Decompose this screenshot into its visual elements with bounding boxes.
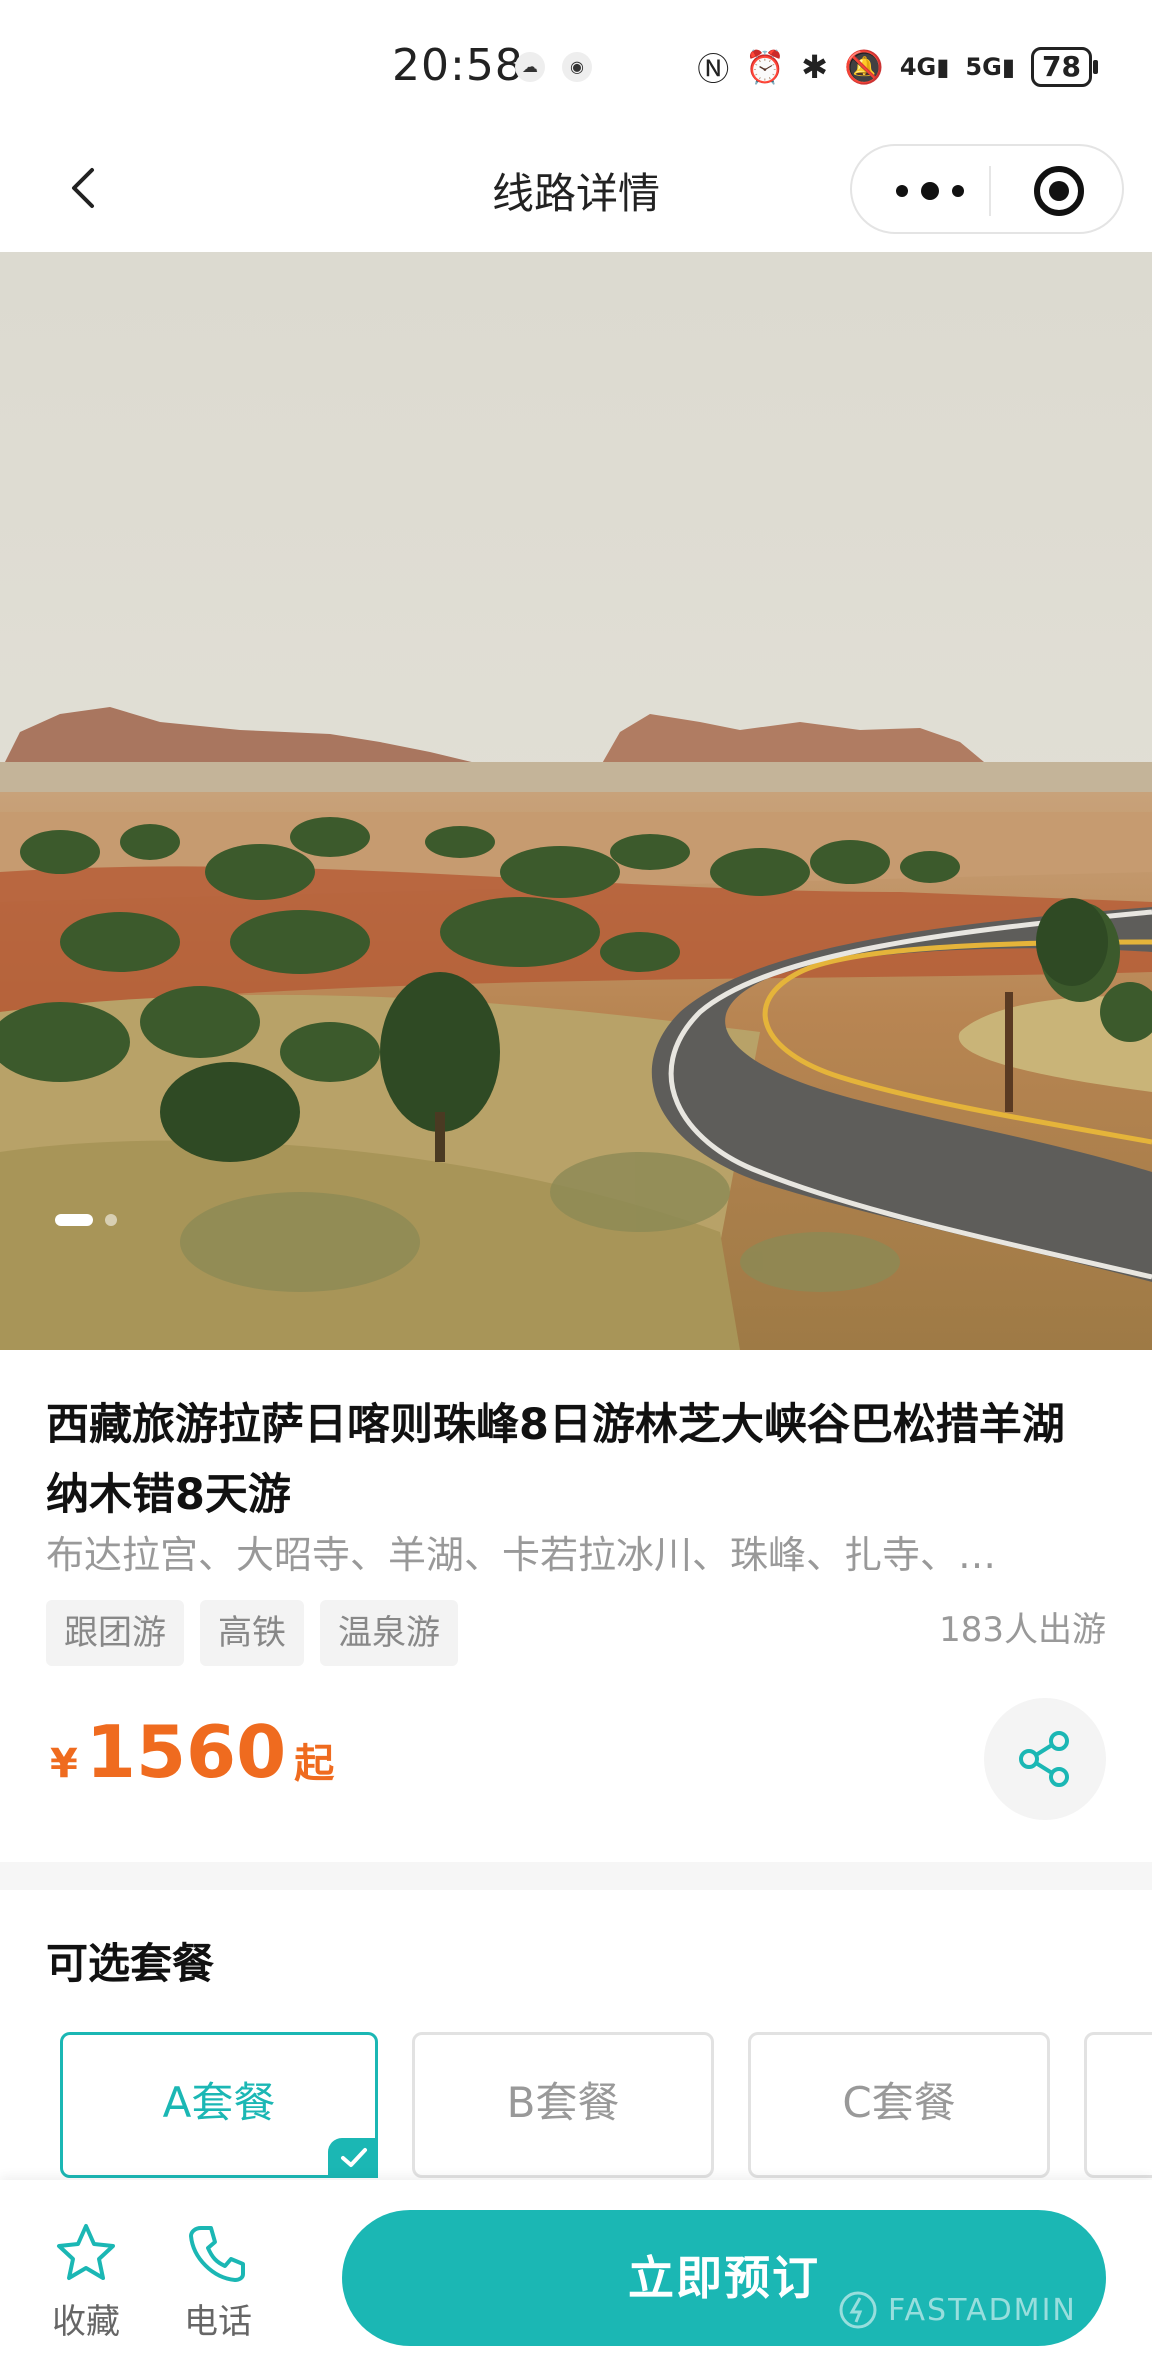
phone-button[interactable]: 电话 [168, 2220, 268, 2343]
carousel-dot [105, 1214, 117, 1226]
phone-label: 电话 [184, 2302, 252, 2342]
package-option-a[interactable]: A套餐 [60, 2032, 378, 2178]
share-icon [1019, 1731, 1069, 1787]
star-icon [57, 2224, 115, 2280]
package-label: A套餐 [162, 2078, 276, 2127]
check-icon [341, 2148, 367, 2167]
carousel-indicator [55, 1214, 117, 1226]
status-bar: 20:58 ☁ ◉ Ⓝ ⏰ ✱ 🔕 4G▮ 5G▮ 78 [0, 0, 1152, 130]
product-title: 西藏旅游拉萨日喀则珠峰8日游林芝大峡谷巴松措羊湖纳木错8天游 [46, 1400, 1065, 1520]
hero-carousel[interactable] [0, 252, 1152, 1350]
package-label: C套餐 [842, 2078, 956, 2127]
selected-badge [328, 2138, 378, 2178]
fastadmin-logo-icon [839, 2291, 877, 2329]
more-button[interactable] [890, 174, 970, 208]
tag-item: 温泉游 [320, 1600, 458, 1666]
miniprogram-capsule [850, 144, 1124, 234]
package-option-b[interactable]: B套餐 [412, 2032, 714, 2178]
status-time: 20:58 [392, 40, 524, 91]
hero-image [0, 252, 1152, 1350]
bottom-action-bar: 收藏 电话 立即预订 [0, 2180, 1152, 2376]
watermark: FASTADMIN [838, 2290, 1077, 2330]
app-notification-icon: ◉ [562, 52, 592, 82]
favorite-button[interactable]: 收藏 [36, 2220, 136, 2343]
phone-icon [189, 2226, 245, 2282]
nav-bar: 线路详情 [0, 130, 1152, 252]
package-option-c[interactable]: C套餐 [748, 2032, 1050, 2178]
tag-item: 高铁 [200, 1600, 304, 1666]
carousel-dot-active [55, 1214, 93, 1226]
capsule-divider [989, 166, 991, 216]
price-value: 1560 [85, 1710, 287, 1794]
product-tags: 跟团游 高铁 温泉游 [46, 1600, 458, 1666]
package-label: B套餐 [506, 2078, 620, 2127]
nfc-icon: Ⓝ [697, 50, 730, 88]
price-suffix: 起 [294, 1741, 335, 1787]
tag-item: 跟团游 [46, 1600, 184, 1666]
notification-icon: ☁ [515, 52, 545, 82]
price-currency: ¥ [50, 1741, 78, 1787]
bluetooth-icon: ✱ [801, 48, 828, 86]
watermark-text: FASTADMIN [888, 2292, 1077, 2328]
battery-indicator: 78 [1031, 47, 1098, 87]
4g-signal-icon: 4G▮ [899, 53, 950, 81]
traveler-count: 183人出游 [939, 1610, 1106, 1650]
favorite-label: 收藏 [52, 2302, 120, 2342]
status-icons: Ⓝ ⏰ ✱ 🔕 4G▮ 5G▮ 78 [697, 44, 1098, 90]
share-button[interactable] [984, 1698, 1106, 1820]
mute-icon: 🔕 [843, 48, 884, 86]
5g-signal-icon: 5G▮ [965, 53, 1016, 81]
alarm-icon: ⏰ [745, 48, 786, 86]
product-subtitle: 布达拉宫、大昭寺、羊湖、卡若拉冰川、珠峰、扎寺、… [46, 1533, 997, 1577]
price: ¥ 1560 起 [50, 1710, 334, 1794]
package-option-more[interactable] [1084, 2032, 1152, 2178]
close-miniprogram-button[interactable] [1032, 164, 1086, 218]
packages-title: 可选套餐 [46, 1939, 215, 1988]
package-list: A套餐 B套餐 C套餐 [60, 2032, 1152, 2182]
section-divider [0, 1862, 1152, 1890]
